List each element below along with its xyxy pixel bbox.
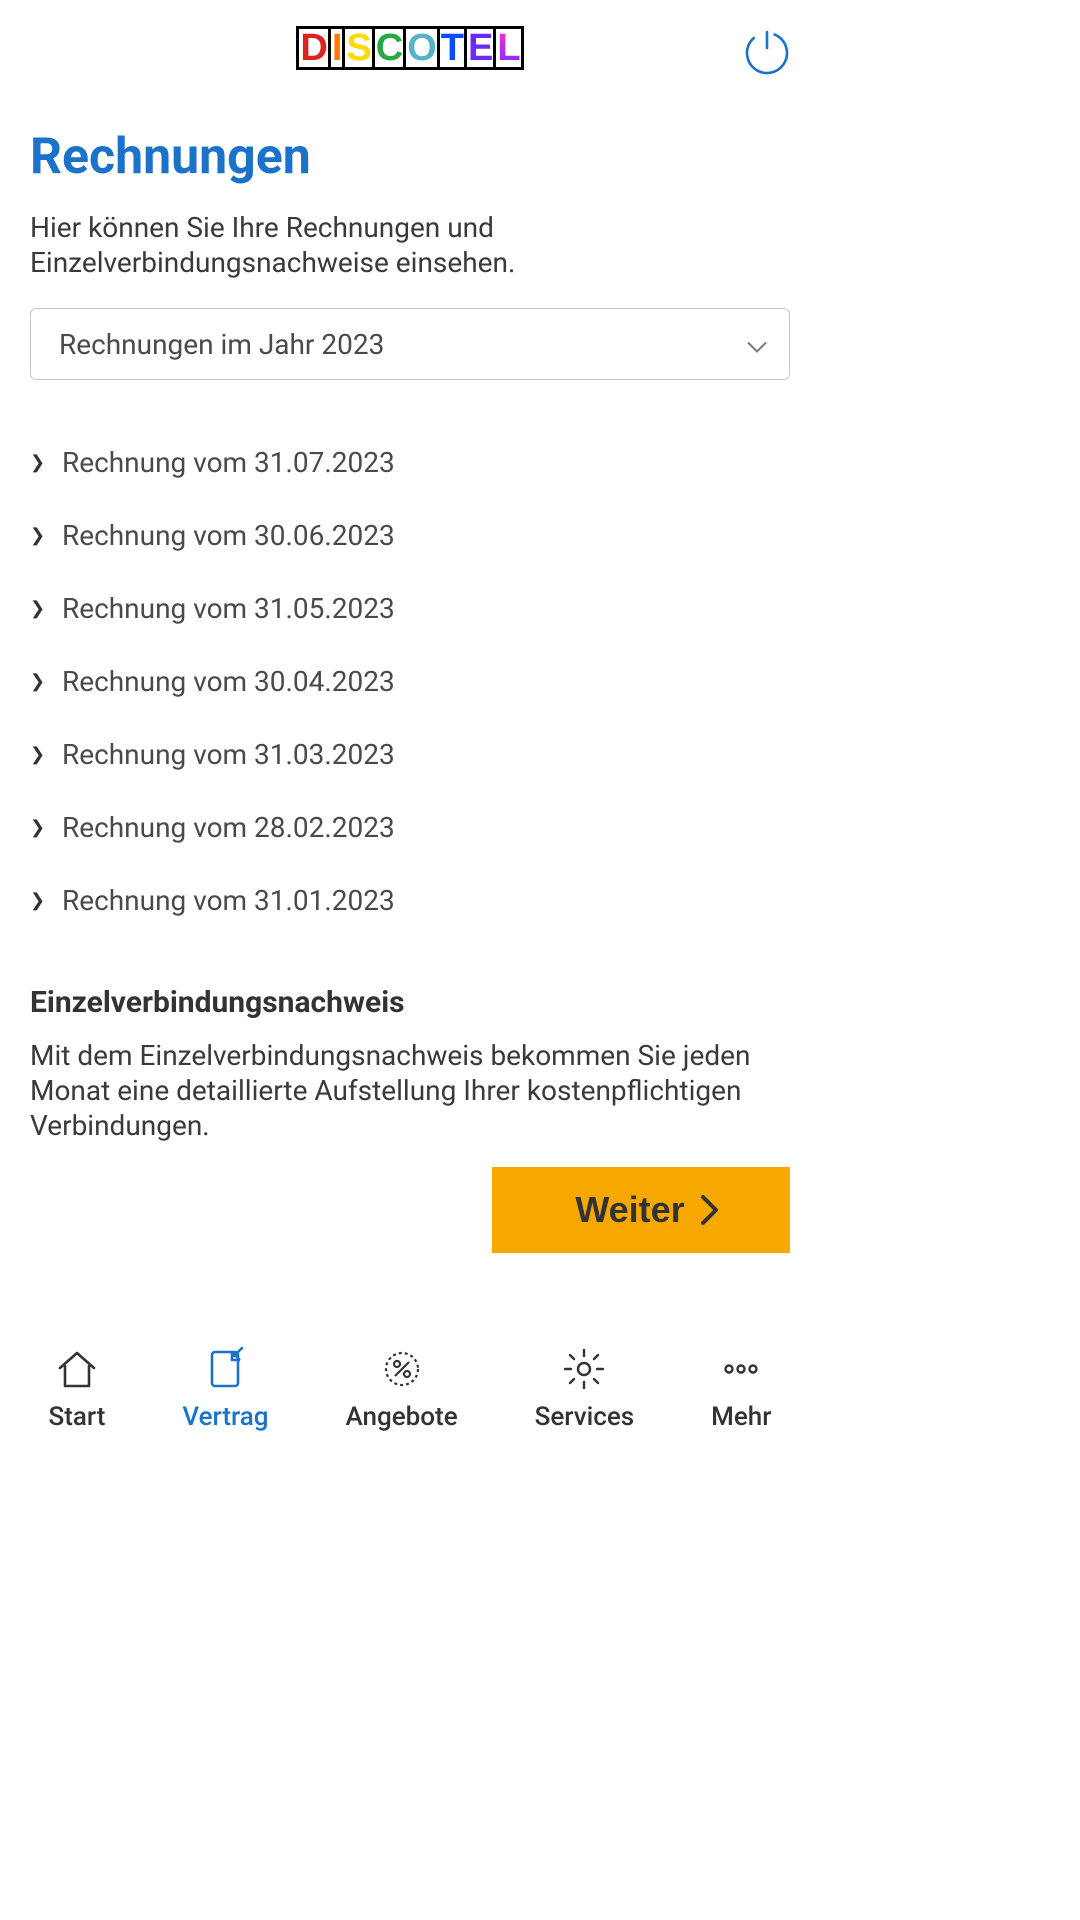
chevron-right-icon: ❯ [30, 598, 46, 619]
invoice-list: ❯ Rechnung vom 31.07.2023 ❯ Rechnung vom 30… [30, 426, 790, 937]
logout-button[interactable] [744, 30, 790, 76]
invoice-item-label: Rechnung vom 31.03.2023 [62, 738, 395, 771]
chevron-right-icon: ❯ [30, 671, 46, 692]
tab-angebote[interactable]: Angebote [346, 1346, 458, 1432]
invoice-item-label: Rechnung vom 30.06.2023 [62, 519, 395, 552]
chevron-right-icon: ❯ [30, 452, 46, 473]
gear-icon [561, 1346, 607, 1392]
invoice-item[interactable]: ❯ Rechnung vom 31.07.2023 [30, 426, 790, 499]
evn-body: Mit dem Einzelverbindungsnachweis bekomm… [30, 1038, 790, 1143]
invoice-item[interactable]: ❯ Rechnung vom 30.04.2023 [30, 645, 790, 718]
continue-button-label: Weiter [575, 1189, 684, 1231]
tab-label: Vertrag [182, 1402, 268, 1432]
continue-button[interactable]: Weiter [492, 1167, 790, 1253]
chevron-right-icon: ❯ [30, 525, 46, 546]
power-icon [744, 30, 790, 76]
invoice-item[interactable]: ❯ Rechnung vom 30.06.2023 [30, 499, 790, 572]
tab-start[interactable]: Start [49, 1346, 106, 1432]
invoice-item-label: Rechnung vom 31.05.2023 [62, 592, 395, 625]
tab-vertrag[interactable]: Vertrag [182, 1346, 268, 1432]
year-select[interactable]: Rechnungen im Jahr 2023 [30, 308, 790, 380]
tab-label: Mehr [711, 1402, 771, 1432]
chevron-right-icon [699, 1193, 721, 1227]
invoice-item[interactable]: ❯ Rechnung vom 28.02.2023 [30, 791, 790, 864]
tab-label: Services [535, 1402, 635, 1432]
invoice-item-label: Rechnung vom 28.02.2023 [62, 811, 395, 844]
invoice-item-label: Rechnung vom 30.04.2023 [62, 665, 395, 698]
invoice-item-label: Rechnung vom 31.01.2023 [62, 884, 395, 917]
invoice-item-label: Rechnung vom 31.07.2023 [62, 446, 395, 479]
more-icon [718, 1346, 764, 1392]
contract-icon [202, 1346, 248, 1392]
invoice-item[interactable]: ❯ Rechnung vom 31.05.2023 [30, 572, 790, 645]
invoice-item[interactable]: ❯ Rechnung vom 31.01.2023 [30, 864, 790, 937]
percent-icon [379, 1346, 425, 1392]
home-icon [54, 1346, 100, 1392]
chevron-right-icon: ❯ [30, 817, 46, 838]
app-header: DISCOTEL [0, 0, 820, 90]
chevron-right-icon: ❯ [30, 744, 46, 765]
tab-services[interactable]: Services [535, 1346, 635, 1432]
invoice-item[interactable]: ❯ Rechnung vom 31.03.2023 [30, 718, 790, 791]
tab-mehr[interactable]: Mehr [711, 1346, 771, 1432]
page-subtitle: Hier können Sie Ihre Rechnungen und Einz… [30, 210, 790, 280]
page-title: Rechnungen [30, 128, 790, 186]
evn-heading: Einzelverbindungsnachweis [30, 985, 790, 1020]
brand-logo: DISCOTEL [296, 26, 523, 70]
chevron-right-icon: ❯ [30, 890, 46, 911]
year-select-label: Rechnungen im Jahr 2023 [59, 328, 384, 361]
tab-label: Angebote [346, 1402, 458, 1432]
tab-label: Start [49, 1402, 106, 1432]
bottom-tabbar: Start Vertrag Angebote Services Mehr [0, 1336, 820, 1432]
chevron-down-icon [747, 328, 767, 361]
